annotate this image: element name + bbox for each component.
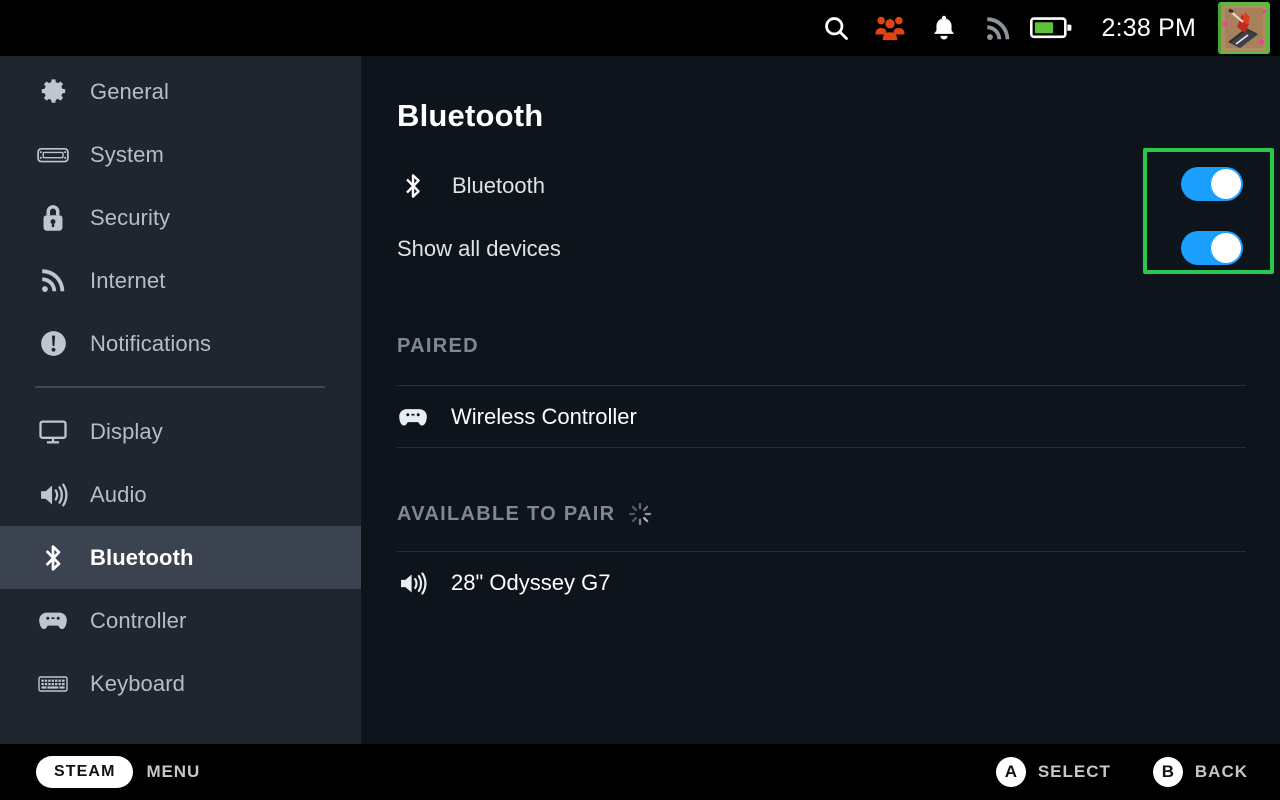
gamepad-icon xyxy=(33,601,73,641)
clock-time: 2:38 PM xyxy=(1101,13,1196,42)
sidebar-item-system[interactable]: System xyxy=(0,123,361,186)
battery-icon xyxy=(1025,0,1079,56)
device-name: 28" Odyssey G7 xyxy=(451,570,611,595)
section-divider xyxy=(397,447,1246,448)
setting-row-bluetooth[interactable]: Bluetooth xyxy=(397,163,1245,209)
device-name: Wireless Controller xyxy=(451,404,637,429)
sidebar-item-label: General xyxy=(90,78,169,104)
status-bar: 2:38 PM xyxy=(0,0,1280,56)
section-title: PAIRED xyxy=(397,335,479,357)
keyboard-icon xyxy=(33,664,73,704)
speaker-icon xyxy=(33,475,73,515)
lock-icon xyxy=(33,198,73,238)
sidebar-item-label: Security xyxy=(90,204,171,230)
sidebar-item-general[interactable]: General xyxy=(0,60,361,123)
toggle-knob xyxy=(1211,233,1241,263)
button-hints: A SELECT B BACK xyxy=(954,757,1248,787)
sidebar-item-controller[interactable]: Controller xyxy=(0,589,361,652)
sidebar-item-label: System xyxy=(90,141,164,167)
sidebar-divider xyxy=(35,386,325,388)
settings-sidebar: General System Security Internet Notific… xyxy=(0,56,361,744)
sidebar-item-label: Display xyxy=(90,418,163,444)
settings-content-panel: Bluetooth Bluetooth Show all devices PAI… xyxy=(361,56,1280,744)
section-title: AVAILABLE TO PAIR xyxy=(397,502,616,525)
setting-label: Show all devices xyxy=(397,236,561,261)
loading-spinner-icon xyxy=(628,502,652,526)
setting-row-show-all-devices[interactable]: Show all devices xyxy=(397,226,1245,272)
search-icon[interactable] xyxy=(809,0,863,56)
toggle-knob xyxy=(1211,169,1241,199)
notifications-bell-icon[interactable] xyxy=(917,0,971,56)
sidebar-item-label: Internet xyxy=(90,267,166,293)
speaker-icon xyxy=(397,567,429,599)
sidebar-item-label: Bluetooth xyxy=(90,544,194,570)
b-button-icon: B xyxy=(1152,757,1183,787)
wifi-signal-icon[interactable] xyxy=(971,0,1025,56)
steam-button-pill[interactable]: STEAM xyxy=(36,756,133,788)
sidebar-item-label: Audio xyxy=(90,481,147,507)
show-all-devices-toggle-switch[interactable] xyxy=(1181,231,1243,265)
sidebar-item-bluetooth[interactable]: Bluetooth xyxy=(0,526,361,589)
section-header-paired: PAIRED xyxy=(397,335,479,358)
gamepad-icon xyxy=(397,401,429,433)
a-button-icon: A xyxy=(995,757,1026,787)
wifi-icon xyxy=(33,261,73,301)
sidebar-item-label: Controller xyxy=(90,607,187,633)
sidebar-item-internet[interactable]: Internet xyxy=(0,249,361,312)
exclamation-icon xyxy=(33,324,73,364)
section-header-available-to-pair: AVAILABLE TO PAIR xyxy=(397,502,652,526)
sidebar-item-label: Notifications xyxy=(90,330,212,356)
sidebar-item-display[interactable]: Display xyxy=(0,400,361,463)
bluetooth-icon xyxy=(33,538,73,578)
monitor-icon xyxy=(33,412,73,452)
gear-icon xyxy=(33,72,73,112)
setting-label: Bluetooth xyxy=(452,173,545,198)
sidebar-item-audio[interactable]: Audio xyxy=(0,463,361,526)
hint-select[interactable]: A SELECT xyxy=(995,757,1111,787)
hint-label: SELECT xyxy=(1037,762,1111,781)
page-title: Bluetooth xyxy=(397,98,544,133)
sidebar-item-label: Keyboard xyxy=(90,670,185,696)
bluetooth-icon xyxy=(397,170,429,202)
hint-back[interactable]: B BACK xyxy=(1152,757,1248,787)
steam-deck-settings-screen: 2:38 PM General System Security Internet… xyxy=(0,0,1280,800)
device-row-odyssey-g7[interactable]: 28" Odyssey G7 xyxy=(397,552,1246,614)
avatar[interactable] xyxy=(1218,2,1270,54)
friends-icon[interactable] xyxy=(863,0,917,56)
hint-label: BACK xyxy=(1194,762,1248,781)
device-row-wireless-controller[interactable]: Wireless Controller xyxy=(397,386,1246,448)
sidebar-item-notifications[interactable]: Notifications xyxy=(0,312,361,375)
menu-label: MENU xyxy=(146,762,201,781)
steamdeck-icon xyxy=(33,135,73,175)
sidebar-item-security[interactable]: Security xyxy=(0,186,361,249)
bluetooth-toggle-switch[interactable] xyxy=(1181,167,1243,201)
sidebar-item-keyboard[interactable]: Keyboard xyxy=(0,652,361,715)
bottom-action-bar: STEAM MENU A SELECT B BACK xyxy=(0,744,1280,800)
